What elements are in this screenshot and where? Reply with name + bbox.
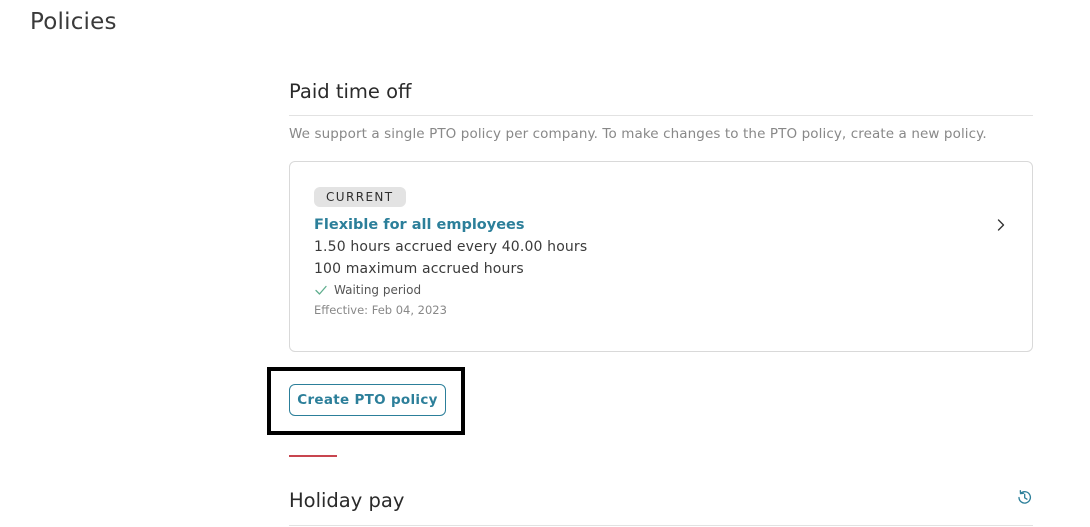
current-pto-policy-card[interactable]: CURRENT Flexible for all employees 1.50 … <box>289 161 1033 352</box>
holiday-pay-section: Holiday pay <box>289 487 1033 526</box>
create-pto-highlight-box: Create PTO policy <box>267 367 465 435</box>
policy-max-accrued: 100 maximum accrued hours <box>314 261 524 277</box>
waiting-period-label: Waiting period <box>334 283 422 297</box>
history-icon[interactable] <box>1015 488 1034 507</box>
page-title: Policies <box>30 9 117 35</box>
policy-accrual-rate: 1.50 hours accrued every 40.00 hours <box>314 239 588 255</box>
pto-heading: Paid time off <box>289 78 1033 116</box>
holiday-pay-heading: Holiday pay <box>289 487 1033 526</box>
create-pto-policy-button[interactable]: Create PTO policy <box>289 384 446 416</box>
chevron-right-icon[interactable] <box>994 218 1008 232</box>
check-icon <box>315 285 327 295</box>
current-badge: CURRENT <box>314 187 406 207</box>
waiting-period-row: Waiting period <box>314 283 1008 297</box>
pto-section: Paid time off We support a single PTO po… <box>289 78 1033 352</box>
policy-effective-date: Effective: Feb 04, 2023 <box>314 303 447 317</box>
section-divider <box>289 455 337 457</box>
policy-name: Flexible for all employees <box>314 217 525 233</box>
pto-description: We support a single PTO policy per compa… <box>289 126 987 142</box>
